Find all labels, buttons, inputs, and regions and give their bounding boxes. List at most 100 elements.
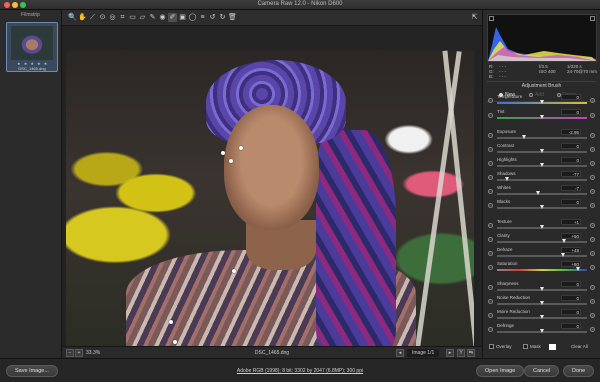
minus-icon[interactable]: − xyxy=(488,313,493,318)
before-after-toggle-icon[interactable]: Y xyxy=(457,349,465,357)
adjustment-value-field[interactable]: 0 xyxy=(561,295,581,301)
red-eye-icon[interactable]: ◉ xyxy=(158,13,167,22)
adjustment-slider-knob[interactable] xyxy=(539,301,544,305)
minus-icon[interactable]: − xyxy=(488,251,493,256)
mask-color-swatch[interactable] xyxy=(549,344,556,350)
adjustment-value-field[interactable]: +1 xyxy=(561,219,581,225)
adjustment-slider-track[interactable] xyxy=(497,137,587,139)
adjustment-slider-knob[interactable] xyxy=(539,149,544,153)
adjustment-slider-knob[interactable] xyxy=(539,100,544,104)
adjustment-slider-knob[interactable] xyxy=(539,205,544,209)
plus-icon[interactable]: + xyxy=(590,327,595,332)
minus-icon[interactable]: − xyxy=(488,265,493,270)
color-sampler-icon[interactable]: ⊙ xyxy=(98,13,107,22)
plus-icon[interactable]: + xyxy=(590,265,595,270)
crop-icon[interactable]: ⌗ xyxy=(118,13,127,22)
minus-icon[interactable]: − xyxy=(488,223,493,228)
brush-pin-marker[interactable] xyxy=(229,159,233,163)
adjustment-brush-icon[interactable]: ✐ xyxy=(168,13,177,22)
radial-filter-icon[interactable]: ◯ xyxy=(188,13,197,22)
minus-icon[interactable]: − xyxy=(488,189,493,194)
adjustment-value-field[interactable]: -77 xyxy=(561,171,581,177)
plus-icon[interactable]: + xyxy=(590,147,595,152)
done-button[interactable]: Done xyxy=(563,365,595,377)
brush-pin-marker[interactable] xyxy=(173,340,177,344)
adjustment-value-field[interactable]: 0 xyxy=(561,143,581,149)
plus-icon[interactable]: + xyxy=(590,203,595,208)
white-balance-icon[interactable]: ⟋ xyxy=(88,13,97,22)
minus-icon[interactable]: − xyxy=(488,327,493,332)
minus-icon[interactable]: − xyxy=(488,175,493,180)
image-canvas[interactable] xyxy=(62,26,482,348)
minus-icon[interactable]: − xyxy=(488,113,493,118)
minus-icon[interactable]: − xyxy=(488,161,493,166)
adjustment-slider-track[interactable] xyxy=(497,241,587,243)
brush-pin-marker[interactable] xyxy=(232,269,236,273)
straighten-icon[interactable]: ▭ xyxy=(128,13,137,22)
adjustment-slider-knob[interactable] xyxy=(539,287,544,291)
plus-icon[interactable]: + xyxy=(590,113,595,118)
photo-preview[interactable] xyxy=(66,50,474,348)
spot-removal-icon[interactable]: ✎ xyxy=(148,13,157,22)
adjustment-slider-knob[interactable] xyxy=(575,267,580,271)
zoom-icon[interactable]: 🔍 xyxy=(68,13,77,22)
adjustment-slider-knob[interactable] xyxy=(535,191,540,195)
next-image-button[interactable]: ▸ xyxy=(446,349,454,357)
adjustment-slider-track[interactable] xyxy=(497,255,587,257)
minus-icon[interactable]: − xyxy=(488,147,493,152)
plus-icon[interactable]: + xyxy=(590,313,595,318)
adjustment-slider-knob[interactable] xyxy=(539,315,544,319)
minus-icon[interactable]: − xyxy=(488,133,493,138)
adjustment-slider-knob[interactable] xyxy=(505,177,510,181)
plus-icon[interactable]: + xyxy=(590,223,595,228)
adjustment-slider-track[interactable] xyxy=(497,269,587,271)
open-image-button[interactable]: Open Image xyxy=(476,365,525,377)
brush-pin-marker[interactable] xyxy=(221,151,225,155)
mask-toggle[interactable]: Mask xyxy=(523,344,541,350)
overlay-toggle[interactable]: Overlay xyxy=(489,344,512,350)
adjustment-slider-knob[interactable] xyxy=(539,329,544,333)
plus-icon[interactable]: + xyxy=(590,98,595,103)
adjustment-value-field[interactable]: 0 xyxy=(561,281,581,287)
preferences-icon[interactable]: ≡ xyxy=(198,13,207,22)
trash-icon[interactable]: 🗑 xyxy=(228,13,237,22)
adjustment-slider-knob[interactable] xyxy=(540,225,545,229)
adjustment-slider-knob[interactable] xyxy=(539,163,544,167)
plus-icon[interactable]: + xyxy=(590,133,595,138)
previous-image-button[interactable]: ◂ xyxy=(396,349,404,357)
minus-icon[interactable]: − xyxy=(488,285,493,290)
minus-icon[interactable]: − xyxy=(488,299,493,304)
fullscreen-toggle-icon[interactable]: ⇱ xyxy=(470,13,479,22)
adjustment-value-field[interactable]: -2.95 xyxy=(561,129,581,135)
swap-settings-icon[interactable]: ⇆ xyxy=(467,349,475,357)
graduated-filter-icon[interactable]: ▣ xyxy=(178,13,187,22)
plus-icon[interactable]: + xyxy=(590,299,595,304)
adjustment-value-field[interactable]: 0 xyxy=(561,199,581,205)
plus-icon[interactable]: + xyxy=(590,237,595,242)
adjustment-value-field[interactable]: 0 xyxy=(561,94,581,100)
minus-icon[interactable]: − xyxy=(488,98,493,103)
plus-icon[interactable]: + xyxy=(590,161,595,166)
targeted-adjustment-icon[interactable]: ◎ xyxy=(108,13,117,22)
adjustment-value-field[interactable]: -7 xyxy=(561,185,581,191)
brush-pin-marker[interactable] xyxy=(169,320,173,324)
brush-pin-marker[interactable] xyxy=(239,146,243,150)
adjustment-value-field[interactable]: 0 xyxy=(561,109,581,115)
adjustment-slider-knob[interactable] xyxy=(562,239,566,243)
clear-all-button[interactable]: Clear All xyxy=(571,344,588,349)
plus-icon[interactable]: + xyxy=(590,189,595,194)
cancel-button[interactable]: Cancel xyxy=(524,365,560,377)
rotate-left-icon[interactable]: ↺ xyxy=(208,13,217,22)
rotate-right-icon[interactable]: ↻ xyxy=(218,13,227,22)
plus-icon[interactable]: + xyxy=(590,175,595,180)
plus-icon[interactable]: + xyxy=(590,285,595,290)
adjustment-slider-track[interactable] xyxy=(497,193,587,195)
hand-icon[interactable]: ✋ xyxy=(78,13,87,22)
adjustment-value-field[interactable]: 0 xyxy=(561,157,581,163)
filmstrip-thumbnail[interactable]: ★ ★ ★ ★ ★ DSC_1465.dng xyxy=(6,22,58,72)
adjustment-slider-knob[interactable] xyxy=(521,135,526,139)
plus-icon[interactable]: + xyxy=(590,251,595,256)
transform-icon[interactable]: ▱ xyxy=(138,13,147,22)
adjustment-slider-track[interactable] xyxy=(497,179,587,181)
adjustment-value-field[interactable]: 0 xyxy=(561,323,581,329)
